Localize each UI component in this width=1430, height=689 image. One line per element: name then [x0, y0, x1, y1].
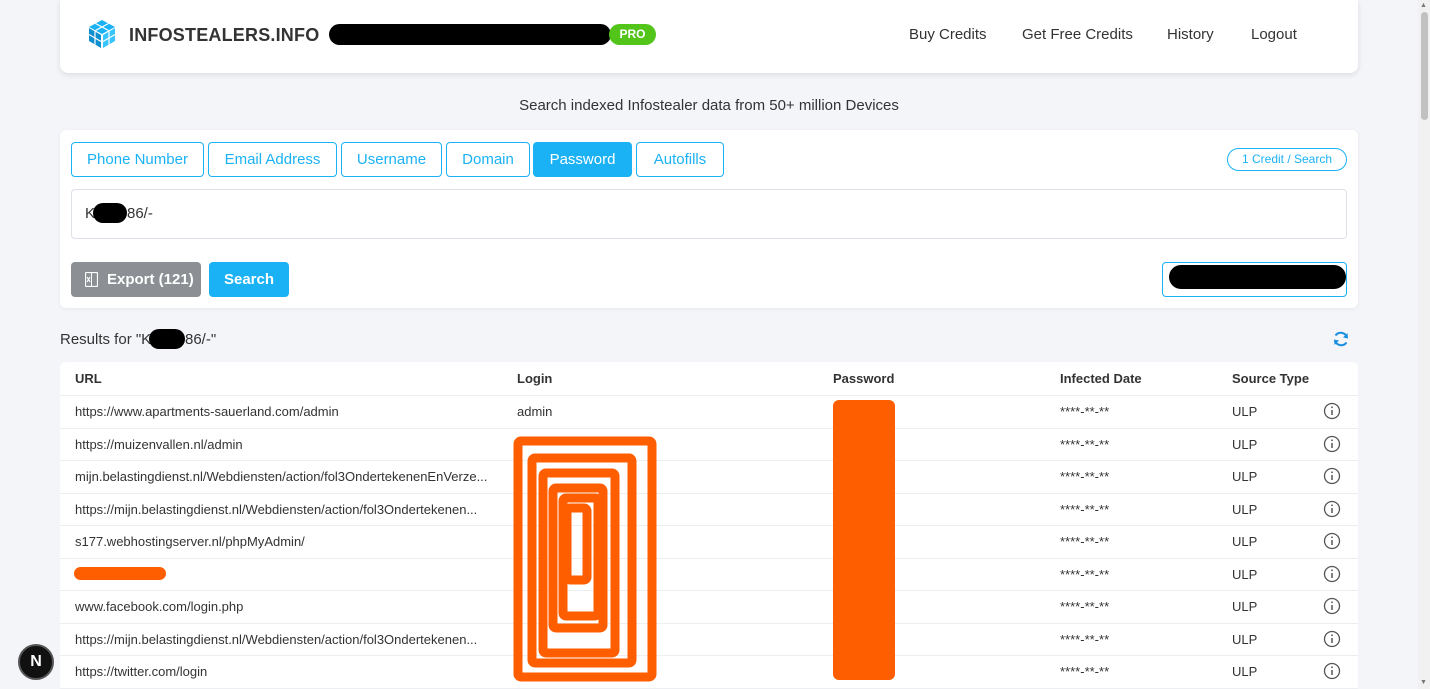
nav-get-free-credits[interactable]: Get Free Credits	[1022, 26, 1133, 43]
info-icon[interactable]	[1323, 532, 1341, 550]
search-input[interactable]	[71, 189, 1347, 239]
cell-url[interactable]: https://muizenvallen.nl/admin	[75, 437, 243, 452]
cell-source-type: ULP	[1232, 534, 1258, 549]
table-row-divider	[60, 687, 1358, 689]
cell-url[interactable]: https://www.apartments-sauerland.com/adm…	[75, 404, 339, 419]
table-row-divider	[60, 427, 1358, 429]
redacted-username	[329, 24, 611, 45]
tab-autofills[interactable]: Autofills	[636, 142, 724, 177]
cell-infected-date: ****-**-**	[1060, 469, 1110, 484]
table-row-divider	[60, 622, 1358, 624]
tab-phone-number[interactable]: Phone Number	[71, 142, 204, 177]
info-icon[interactable]	[1323, 597, 1341, 615]
cell-url[interactable]: https://mijn.belastingdienst.nl/Webdiens…	[75, 502, 477, 517]
redacted-query-part	[93, 203, 127, 223]
column-header-login[interactable]: Login	[517, 371, 552, 386]
nextjs-devtools-button[interactable]: N	[18, 644, 54, 680]
nav-buy-credits[interactable]: Buy Credits	[909, 26, 987, 43]
column-header-url[interactable]: URL	[75, 371, 102, 386]
search-button[interactable]: Search	[209, 262, 289, 297]
redacted-url	[74, 567, 166, 580]
cell-url[interactable]: https://twitter.com/login	[75, 664, 207, 679]
cell-source-type: ULP	[1232, 566, 1258, 582]
cell-url[interactable]: www.facebook.com/login.php	[75, 599, 243, 614]
scrollbar-thumb[interactable]	[1421, 12, 1428, 120]
redacted-passwords	[833, 400, 895, 680]
cell-url[interactable]: mijn.belastingdienst.nl/Webdiensten/acti…	[75, 469, 487, 484]
cell-infected-date: ****-**-**	[1060, 664, 1110, 679]
info-icon[interactable]	[1323, 467, 1341, 485]
cell-source-type: ULP	[1232, 501, 1258, 517]
redacted-select-value	[1169, 265, 1346, 289]
cell-login: admin	[517, 404, 553, 419]
cell-source-type: ULP	[1232, 631, 1258, 647]
redacted-logins	[513, 436, 657, 682]
credit-cost-badge: 1 Credit / Search	[1227, 148, 1347, 171]
cell-source-type: ULP	[1232, 469, 1258, 484]
tab-email-address[interactable]: Email Address	[208, 142, 337, 177]
cube-logo-icon[interactable]	[86, 18, 118, 50]
table-row-divider	[60, 655, 1358, 656]
cell-infected-date: ****-**-**	[1060, 566, 1110, 582]
cell-url[interactable]: https://mijn.belastingdienst.nl/Webdiens…	[75, 632, 477, 647]
cell-infected-date: ****-**-**	[1060, 404, 1110, 419]
cell-source-type: ULP	[1232, 599, 1258, 614]
info-icon[interactable]	[1323, 630, 1341, 648]
export-label: Export (121)	[107, 271, 194, 288]
column-header-source-type[interactable]: Source Type	[1232, 371, 1309, 386]
cell-infected-date: ****-**-**	[1060, 436, 1110, 452]
info-icon[interactable]	[1323, 500, 1341, 518]
pro-badge: PRO	[609, 24, 656, 45]
export-button[interactable]: Export (121)	[71, 262, 201, 297]
table-row-divider	[60, 557, 1358, 559]
column-header-password[interactable]: Password	[833, 371, 894, 386]
query-suffix: 86/-	[127, 205, 153, 222]
tab-domain[interactable]: Domain	[446, 142, 530, 177]
info-icon[interactable]	[1323, 402, 1341, 420]
results-title-prefix: Results for "K	[60, 331, 152, 348]
cell-source-type: ULP	[1232, 404, 1258, 419]
table-row-divider	[60, 525, 1358, 526]
table-header-divider	[60, 395, 1358, 396]
cell-infected-date: ****-**-**	[1060, 631, 1110, 647]
cell-source-type: ULP	[1232, 436, 1258, 452]
cell-infected-date: ****-**-**	[1060, 534, 1110, 549]
info-icon[interactable]	[1323, 565, 1341, 583]
cell-infected-date: ****-**-**	[1060, 501, 1110, 517]
nav-logout[interactable]: Logout	[1251, 26, 1297, 43]
nav-history[interactable]: History	[1167, 26, 1214, 43]
table-row-divider	[60, 492, 1358, 494]
excel-file-icon	[85, 272, 98, 287]
scroll-up-arrow-icon[interactable]: ▲	[1420, 2, 1427, 9]
redacted-results-query	[149, 329, 185, 349]
results-title-suffix: 86/-"	[185, 331, 217, 348]
table-row-divider	[60, 460, 1358, 461]
tab-password[interactable]: Password	[533, 142, 632, 177]
brand-name[interactable]: INFOSTEALERS.INFO	[129, 25, 319, 46]
column-header-infected-date[interactable]: Infected Date	[1060, 371, 1142, 386]
table-row-divider	[60, 590, 1358, 591]
info-icon[interactable]	[1323, 662, 1341, 680]
cell-source-type: ULP	[1232, 664, 1258, 679]
scroll-down-arrow-icon[interactable]: ▼	[1420, 679, 1427, 686]
info-icon[interactable]	[1323, 435, 1341, 453]
refresh-icon[interactable]	[1332, 330, 1350, 348]
tab-username[interactable]: Username	[341, 142, 442, 177]
cell-url[interactable]: s177.webhostingserver.nl/phpMyAdmin/	[75, 534, 305, 549]
cell-infected-date: ****-**-**	[1060, 599, 1110, 614]
page-subtitle: Search indexed Infostealer data from 50+…	[519, 97, 899, 114]
